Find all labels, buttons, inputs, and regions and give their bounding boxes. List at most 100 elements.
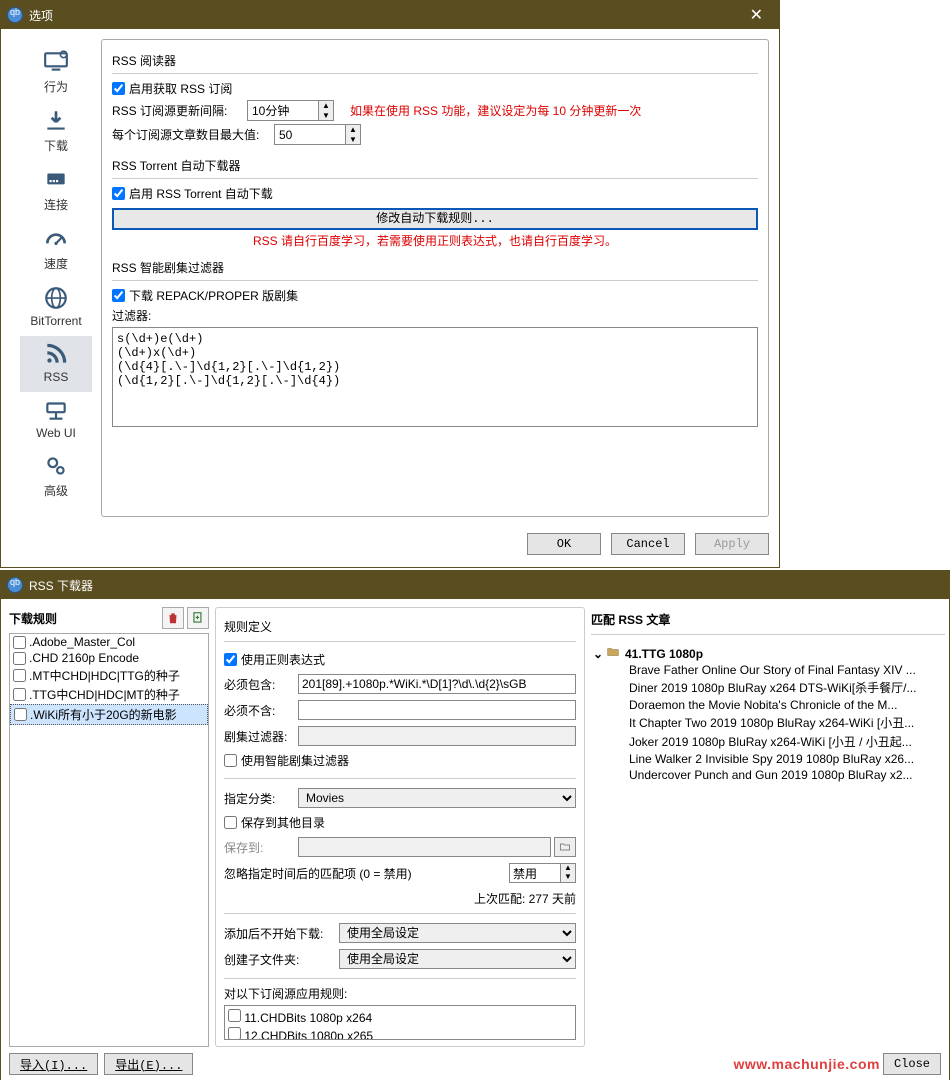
folder-open-icon	[605, 645, 621, 662]
ignore-after-label: 忽略指定时间后的匹配项 (0 = 禁用)	[224, 865, 509, 882]
episode-filter-input[interactable]	[298, 726, 576, 746]
feed-enable-checkbox[interactable]	[228, 1027, 241, 1040]
gauge-icon	[20, 225, 92, 253]
create-subfolder-select[interactable]: 使用全局设定	[339, 949, 576, 969]
feed-list-item[interactable]: 11.CHDBits 1080p x264	[227, 1008, 573, 1026]
sidebar-item-bittorrent[interactable]: BitTorrent	[20, 280, 92, 336]
window-title: 选项	[29, 7, 740, 24]
import-button[interactable]: 导入(I)...	[9, 1053, 98, 1075]
apply-button[interactable]: Apply	[695, 533, 769, 555]
export-button[interactable]: 导出(E)...	[104, 1053, 193, 1075]
sidebar-item-advanced[interactable]: 高级	[20, 448, 92, 507]
spinner-up-icon[interactable]: ▲	[319, 101, 333, 111]
article-item[interactable]: Diner 2019 1080p BluRay x264 DTS-WiKi[杀手…	[629, 678, 945, 697]
use-smart-filter-checkbox[interactable]	[224, 754, 237, 767]
rss-smart-section-title: RSS 智能剧集过滤器	[112, 259, 758, 276]
rule-list-item[interactable]: .Adobe_Master_Col	[10, 634, 208, 650]
edit-auto-rules-button[interactable]: 修改自动下载规则...	[112, 208, 758, 230]
must-contain-input[interactable]	[298, 674, 576, 694]
episode-filter-textarea[interactable]	[112, 327, 758, 427]
save-other-dir-label: 保存到其他目录	[241, 814, 325, 831]
rule-enable-checkbox[interactable]	[13, 652, 26, 665]
use-smart-filter-label: 使用智能剧集过滤器	[241, 752, 349, 769]
rss-max-articles-label: 每个订阅源文章数目最大值:	[112, 126, 274, 143]
article-item[interactable]: Line Walker 2 Invisible Spy 2019 1080p B…	[629, 751, 945, 767]
rss-downloader-dialog: RSS 下载器 下载规则 .Adobe_Master_Col.CHD 2160p…	[0, 570, 950, 1080]
rss-icon	[20, 340, 92, 368]
enable-auto-download-label: 启用 RSS Torrent 自动下载	[129, 185, 273, 202]
rule-enable-checkbox[interactable]	[13, 688, 26, 701]
browse-folder-button[interactable]	[554, 837, 576, 857]
feeds-list[interactable]: 11.CHDBits 1080p x264 12.CHDBits 1080p x…	[224, 1005, 576, 1040]
save-other-dir-checkbox[interactable]	[224, 816, 237, 829]
rule-definition-panel: 规则定义 使用正则表达式 必须包含: 必须不含: 剧集过滤器: 使用智能剧集过滤…	[215, 607, 585, 1047]
episode-filter-label: 剧集过滤器:	[224, 728, 298, 745]
rules-panel: 下载规则 .Adobe_Master_Col.CHD 2160p Encode.…	[9, 607, 209, 1047]
rss-interval-spinner[interactable]: ▲▼	[247, 100, 334, 121]
must-not-contain-label: 必须不含:	[224, 702, 298, 719]
rss-interval-label: RSS 订阅源更新间隔:	[112, 102, 247, 119]
category-select[interactable]: Movies	[298, 788, 576, 808]
gears-icon	[20, 452, 92, 480]
delete-rule-button[interactable]	[162, 607, 184, 629]
rules-list[interactable]: .Adobe_Master_Col.CHD 2160p Encode.MT中CH…	[9, 633, 209, 1047]
filter-label: 过滤器:	[112, 307, 758, 324]
article-item[interactable]: Brave Father Online Our Story of Final F…	[629, 662, 945, 678]
article-item[interactable]: It Chapter Two 2019 1080p BluRay x264-Wi…	[629, 713, 945, 732]
sidebar-item-behavior[interactable]: 行为	[20, 44, 92, 103]
close-icon[interactable]: ✕	[740, 5, 773, 25]
spinner-up-icon[interactable]: ▲	[346, 125, 360, 135]
window-title: RSS 下载器	[29, 577, 943, 594]
download-repack-checkbox[interactable]	[112, 289, 125, 302]
rule-enable-checkbox[interactable]	[13, 636, 26, 649]
spinner-down-icon[interactable]: ▼	[346, 135, 360, 145]
rule-enable-checkbox[interactable]	[14, 708, 27, 721]
collapse-icon[interactable]: ⌄	[591, 647, 605, 661]
bottom-bar: 导入(I)... 导出(E)... www.machunjie.com Clos…	[1, 1047, 949, 1081]
dialog-button-bar: OK Cancel Apply	[1, 527, 779, 561]
titlebar[interactable]: RSS 下载器	[1, 571, 949, 599]
rule-list-item[interactable]: .WiKi所有小于20G的新电影	[10, 704, 208, 725]
new-rule-button[interactable]	[187, 607, 209, 629]
matching-articles-panel: 匹配 RSS 文章 ⌄ 41.TTG 1080p Brave Father On…	[591, 607, 945, 1047]
ok-button[interactable]: OK	[527, 533, 601, 555]
rule-def-title: 规则定义	[224, 618, 576, 635]
ignore-after-spinner[interactable]: ▲▼	[509, 863, 576, 883]
rule-enable-checkbox[interactable]	[13, 669, 26, 682]
close-button[interactable]: Close	[883, 1053, 941, 1075]
apply-feeds-label: 对以下订阅源应用规则:	[224, 985, 576, 1002]
sidebar-item-webui[interactable]: Web UI	[20, 392, 92, 448]
add-paused-select[interactable]: 使用全局设定	[339, 923, 576, 943]
feed-enable-checkbox[interactable]	[228, 1009, 241, 1022]
tree-parent[interactable]: ⌄ 41.TTG 1080p	[591, 645, 945, 662]
sidebar-item-download[interactable]: 下载	[20, 103, 92, 162]
rule-list-item[interactable]: .MT中CHD|HDC|TTG的种子	[10, 666, 208, 685]
rss-max-articles-spinner[interactable]: ▲▼	[274, 124, 361, 145]
feed-list-item[interactable]: 12.CHDBits 1080p x265	[227, 1026, 573, 1040]
enable-rss-fetch-checkbox[interactable]	[112, 82, 125, 95]
rule-list-item[interactable]: .CHD 2160p Encode	[10, 650, 208, 666]
category-label: 指定分类:	[224, 790, 298, 807]
must-not-contain-input[interactable]	[298, 700, 576, 720]
cancel-button[interactable]: Cancel	[611, 533, 685, 555]
rss-autodl-section-title: RSS Torrent 自动下载器	[112, 157, 758, 174]
use-regex-checkbox[interactable]	[224, 653, 237, 666]
download-icon	[20, 107, 92, 135]
sidebar-item-connection[interactable]: 连接	[20, 162, 92, 221]
sidebar-item-speed[interactable]: 速度	[20, 221, 92, 280]
webui-icon	[20, 396, 92, 424]
article-item[interactable]: Joker 2019 1080p BluRay x264-WiKi [小丑 / …	[629, 732, 945, 751]
sidebar-item-rss[interactable]: RSS	[20, 336, 92, 392]
article-item[interactable]: Undercover Punch and Gun 2019 1080p BluR…	[629, 767, 945, 783]
articles-tree[interactable]: ⌄ 41.TTG 1080p Brave Father Online Our S…	[591, 641, 945, 1047]
globe-icon	[20, 284, 92, 312]
rss-settings-panel: RSS 阅读器 启用获取 RSS 订阅 RSS 订阅源更新间隔: ▲▼ 如果在使…	[101, 39, 769, 517]
article-item[interactable]: Doraemon the Movie Nobita's Chronicle of…	[629, 697, 945, 713]
rule-list-item[interactable]: .TTG中CHD|HDC|MT的种子	[10, 685, 208, 704]
last-match-label: 上次匹配: 277 天前	[224, 890, 576, 907]
watermark: www.machunjie.com	[734, 1056, 880, 1072]
rss-learn-note: RSS 请自行百度学习，若需要使用正则表达式，也请自行百度学习。	[253, 234, 617, 248]
titlebar[interactable]: 选项 ✕	[1, 1, 779, 29]
spinner-down-icon[interactable]: ▼	[319, 111, 333, 121]
enable-auto-download-checkbox[interactable]	[112, 187, 125, 200]
